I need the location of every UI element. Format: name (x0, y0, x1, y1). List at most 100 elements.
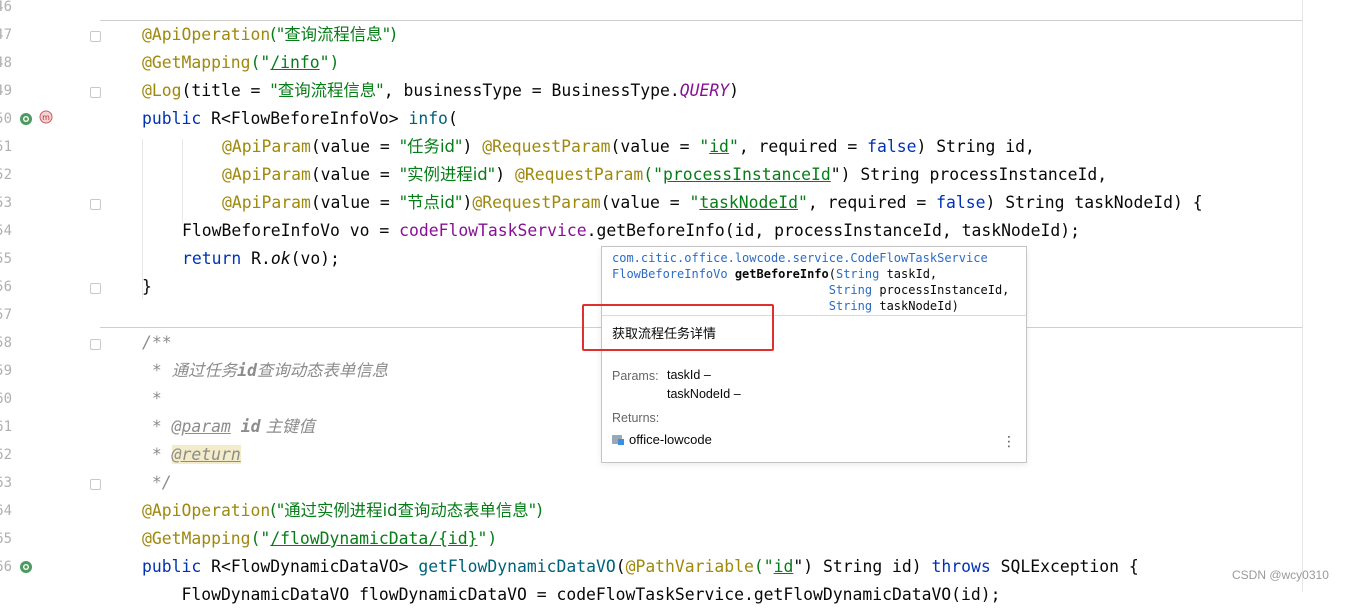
doc-comment (231, 417, 241, 436)
doc-comment: id (237, 361, 257, 380)
line-number-text: 64 (0, 503, 12, 519)
annotation: @GetMapping (142, 529, 251, 548)
param-type-link[interactable]: String (836, 267, 879, 281)
line-number-text: 61 (0, 419, 12, 435)
enum-constant: QUERY (679, 81, 730, 100)
url-path[interactable]: /info (270, 53, 319, 72)
token: ") String id) (793, 557, 932, 576)
doc-comment: * (142, 417, 172, 436)
string-literal: "节点id" (399, 193, 463, 212)
annotation: @GetMapping (142, 53, 251, 72)
token: FlowBeforeInfoVo vo = (182, 221, 400, 240)
editor-gutter: 46 47 48 49 50 51 52 53 54 55 56 57 58 59 60 61 62 63 64 65… (0, 0, 96, 592)
implementation-gutter-icon[interactable] (19, 559, 33, 573)
param-doc: taskNodeId – (667, 387, 741, 401)
code-line: * 通过任务id查询动态表单信息 (142, 357, 388, 385)
token: (value = (600, 193, 690, 212)
code-line: @GetMapping("/info") (142, 49, 339, 77)
quick-documentation-popup[interactable]: com.citic.office.lowcode.service.CodeFlo… (601, 246, 1027, 463)
token: (vo); (290, 249, 340, 268)
field-reference[interactable]: codeFlowTaskService (399, 221, 587, 240)
token: (" (250, 53, 271, 72)
keyword: return (182, 249, 242, 268)
string-literal: "查询流程信息" (270, 81, 384, 100)
method-name: getFlowDynamicDataVO (418, 557, 616, 576)
url-path[interactable]: /flowDynamicData/{id} (270, 529, 477, 548)
closing-brace: } (142, 277, 152, 296)
code-line: @ApiParam(value = "实例进程id") @RequestPara… (222, 161, 1107, 189)
param-name: taskNodeId) (879, 299, 959, 313)
line-number-text: 56 (0, 279, 12, 295)
doc-tag: @param (171, 417, 231, 436)
doc-comment: */ (142, 473, 172, 492)
token: , businessType = BusinessType. (383, 81, 680, 100)
code-line: * @return (142, 441, 241, 469)
param-reference[interactable]: id (774, 557, 794, 576)
svg-text:m: m (42, 113, 50, 122)
return-type-link[interactable]: FlowBeforeInfoVo (612, 267, 728, 281)
line-number-text: 47 (0, 27, 12, 43)
module-link[interactable]: office-lowcode (612, 432, 712, 447)
token: ) (729, 81, 739, 100)
line-number: 49 (0, 77, 40, 105)
keyword: throws (931, 557, 991, 576)
token: ) (462, 137, 483, 156)
keyword: public (142, 109, 202, 128)
param-reference[interactable]: id (709, 137, 729, 156)
line-number: 59 (0, 357, 40, 385)
token: (value = (310, 193, 400, 212)
param-reference[interactable]: processInstanceId (663, 165, 831, 184)
param-doc: taskId – (667, 368, 711, 382)
token: (value = (310, 137, 400, 156)
param-type-link[interactable]: String (829, 283, 872, 297)
token: SQLException { (990, 557, 1139, 576)
code-line: @Log(title = "查询流程信息", businessType = Bu… (142, 77, 739, 105)
line-number-text: 55 (0, 251, 12, 267)
line-number-text: 65 (0, 531, 12, 547)
token: FlowDynamicDataVO flowDynamicDataVO = co… (142, 585, 1001, 604)
annotation: @RequestParam (514, 165, 644, 184)
keyword: false (936, 193, 986, 212)
code-line: FlowBeforeInfoVo vo = codeFlowTaskServic… (182, 217, 1080, 245)
token: (title = (181, 81, 271, 100)
annotation: @ApiParam (222, 193, 311, 212)
doc-comment: 主键值 (260, 417, 315, 436)
doc-comment: * (142, 445, 172, 464)
line-number-text: 58 (0, 335, 12, 351)
line-number: 57 (0, 301, 40, 329)
token: " (699, 137, 710, 156)
package-link[interactable]: com.citic.office.lowcode.service.CodeFlo… (612, 251, 988, 265)
method-marker-icon[interactable]: m (39, 109, 53, 124)
code-line: * @param id 主键值 (142, 413, 315, 441)
token: , required = (738, 137, 868, 156)
code-line: public R<FlowBeforeInfoVo> info( (142, 105, 458, 133)
annotation: @RequestParam (482, 137, 611, 156)
implementation-gutter-icon[interactable] (19, 111, 33, 125)
token: ( (615, 557, 626, 576)
highlight-box (582, 304, 774, 351)
doc-comment: 通过任务 (171, 361, 238, 380)
line-number: 60 (0, 385, 40, 413)
line-number: 62 (0, 441, 40, 469)
code-line: @ApiParam(value = "节点id")@RequestParam(v… (222, 189, 1203, 217)
line-number-text: 60 (0, 391, 12, 407)
token: ") String processInstanceId, (830, 165, 1108, 184)
token: R. (241, 249, 271, 268)
watermark: CSDN @wcy0310 (1232, 568, 1329, 582)
module-name: office-lowcode (629, 432, 712, 447)
token: " (728, 137, 739, 156)
param-type-link[interactable]: String (829, 299, 872, 313)
token: ) (495, 165, 515, 184)
annotation: @PathVariable (625, 557, 754, 576)
token: R<FlowBeforeInfoVo> (201, 109, 409, 128)
token: (value = (310, 165, 400, 184)
module-folder-icon (612, 434, 624, 445)
more-options-icon[interactable]: ⋮ (1002, 435, 1016, 449)
token: ) String taskNodeId) { (985, 193, 1203, 212)
code-line: @GetMapping("/flowDynamicData/{id}") (142, 525, 497, 553)
token: (value = (610, 137, 700, 156)
doc-comment: * (142, 389, 162, 408)
code-line: FlowDynamicDataVO flowDynamicDataVO = co… (142, 581, 1001, 609)
line-number: 58 (0, 329, 40, 357)
param-reference[interactable]: taskNodeId (699, 193, 798, 212)
